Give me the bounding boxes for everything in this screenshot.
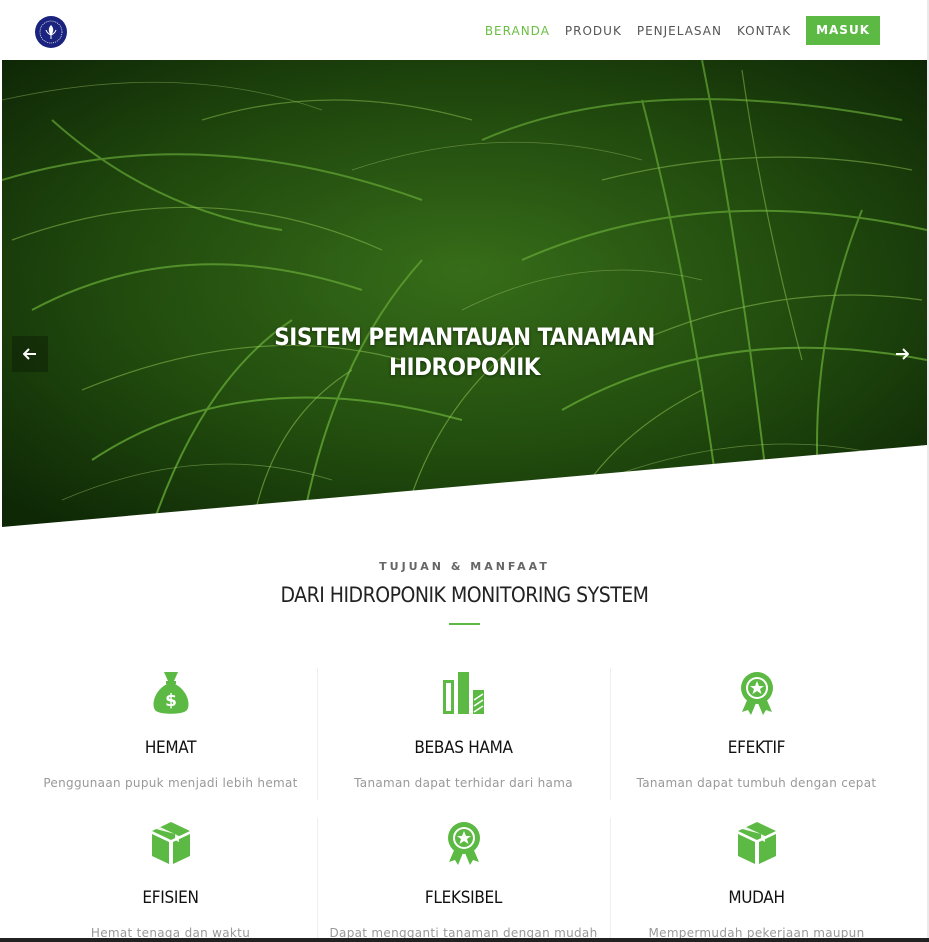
feature-card-hemat: $ HEMAT Penggunaan pupuk menjadi lebih h…: [24, 670, 317, 790]
feature-card-bebas-hama: BEBAS HAMA Tanaman dapat terhidar dari h…: [317, 670, 610, 790]
nav-item-kontak[interactable]: KONTAK: [737, 24, 791, 38]
main-menu: BERANDA PRODUK PENJELASAN KONTAK MASUK: [470, 16, 880, 45]
hero-title-line1: SISTEM PEMANTAUAN TANAMAN: [274, 323, 655, 351]
feature-description: Penggunaan pupuk menjadi lebih hemat: [43, 776, 298, 790]
feature-description: Tanaman dapat terhidar dari hama: [354, 776, 573, 790]
login-button[interactable]: MASUK: [806, 16, 880, 45]
title-divider: [449, 623, 480, 625]
box-icon: [737, 822, 776, 864]
feature-card-mudah: MUDAH Mempermudah pekerjaan maupun: [610, 820, 903, 940]
section-subtitle: TUJUAN & MANFAAT: [379, 560, 550, 573]
hero-title-line2: HIDROPONIK: [388, 353, 541, 381]
feature-title: EFEKTIF: [727, 738, 786, 758]
navbar: BERANDA PRODUK PENJELASAN KONTAK MASUK: [0, 0, 929, 60]
feature-title: MUDAH: [728, 888, 785, 908]
money-bag-icon: $: [153, 672, 188, 714]
svg-text:$: $: [165, 691, 177, 711]
arrow-right-icon: [896, 348, 909, 360]
hero-title: SISTEM PEMANTAUAN TANAMAN HIDROPONIK: [2, 322, 927, 382]
carousel-prev-button[interactable]: [12, 336, 48, 372]
nav-item-produk[interactable]: PRODUK: [565, 24, 622, 38]
nav-item-beranda[interactable]: BERANDA: [485, 24, 550, 38]
feature-title: FLEKSIBEL: [424, 888, 503, 908]
hero-carousel: SISTEM PEMANTAUAN TANAMAN HIDROPONIK: [2, 60, 927, 527]
section-title: DARI HIDROPONIK MONITORING SYSTEM: [280, 583, 649, 607]
arrow-left-icon: [23, 348, 36, 360]
feature-card-fleksibel: FLEKSIBEL Dapat mengganti tanaman dengan…: [317, 820, 610, 940]
award-ribbon-icon: [447, 822, 480, 865]
feature-title: EFISIEN: [142, 888, 199, 908]
feature-title: HEMAT: [144, 738, 197, 758]
feature-title: BEBAS HAMA: [414, 738, 513, 758]
hero-background-image: [2, 60, 927, 527]
feature-card-efisien: EFISIEN Hemat tenaga dan waktu: [24, 820, 317, 940]
award-ribbon-icon: [740, 672, 773, 715]
university-logo[interactable]: [35, 16, 67, 48]
feature-card-efektif: EFEKTIF Tanaman dapat tumbuh dengan cepa…: [610, 670, 903, 790]
nav-item-penjelasan[interactable]: PENJELASAN: [637, 24, 722, 38]
feature-description: Tanaman dapat tumbuh dengan cepat: [636, 776, 877, 790]
carousel-next-button[interactable]: [884, 336, 920, 372]
bar-chart-icon: [442, 672, 484, 714]
window-bottom-edge: [0, 938, 929, 942]
box-icon: [151, 822, 190, 864]
